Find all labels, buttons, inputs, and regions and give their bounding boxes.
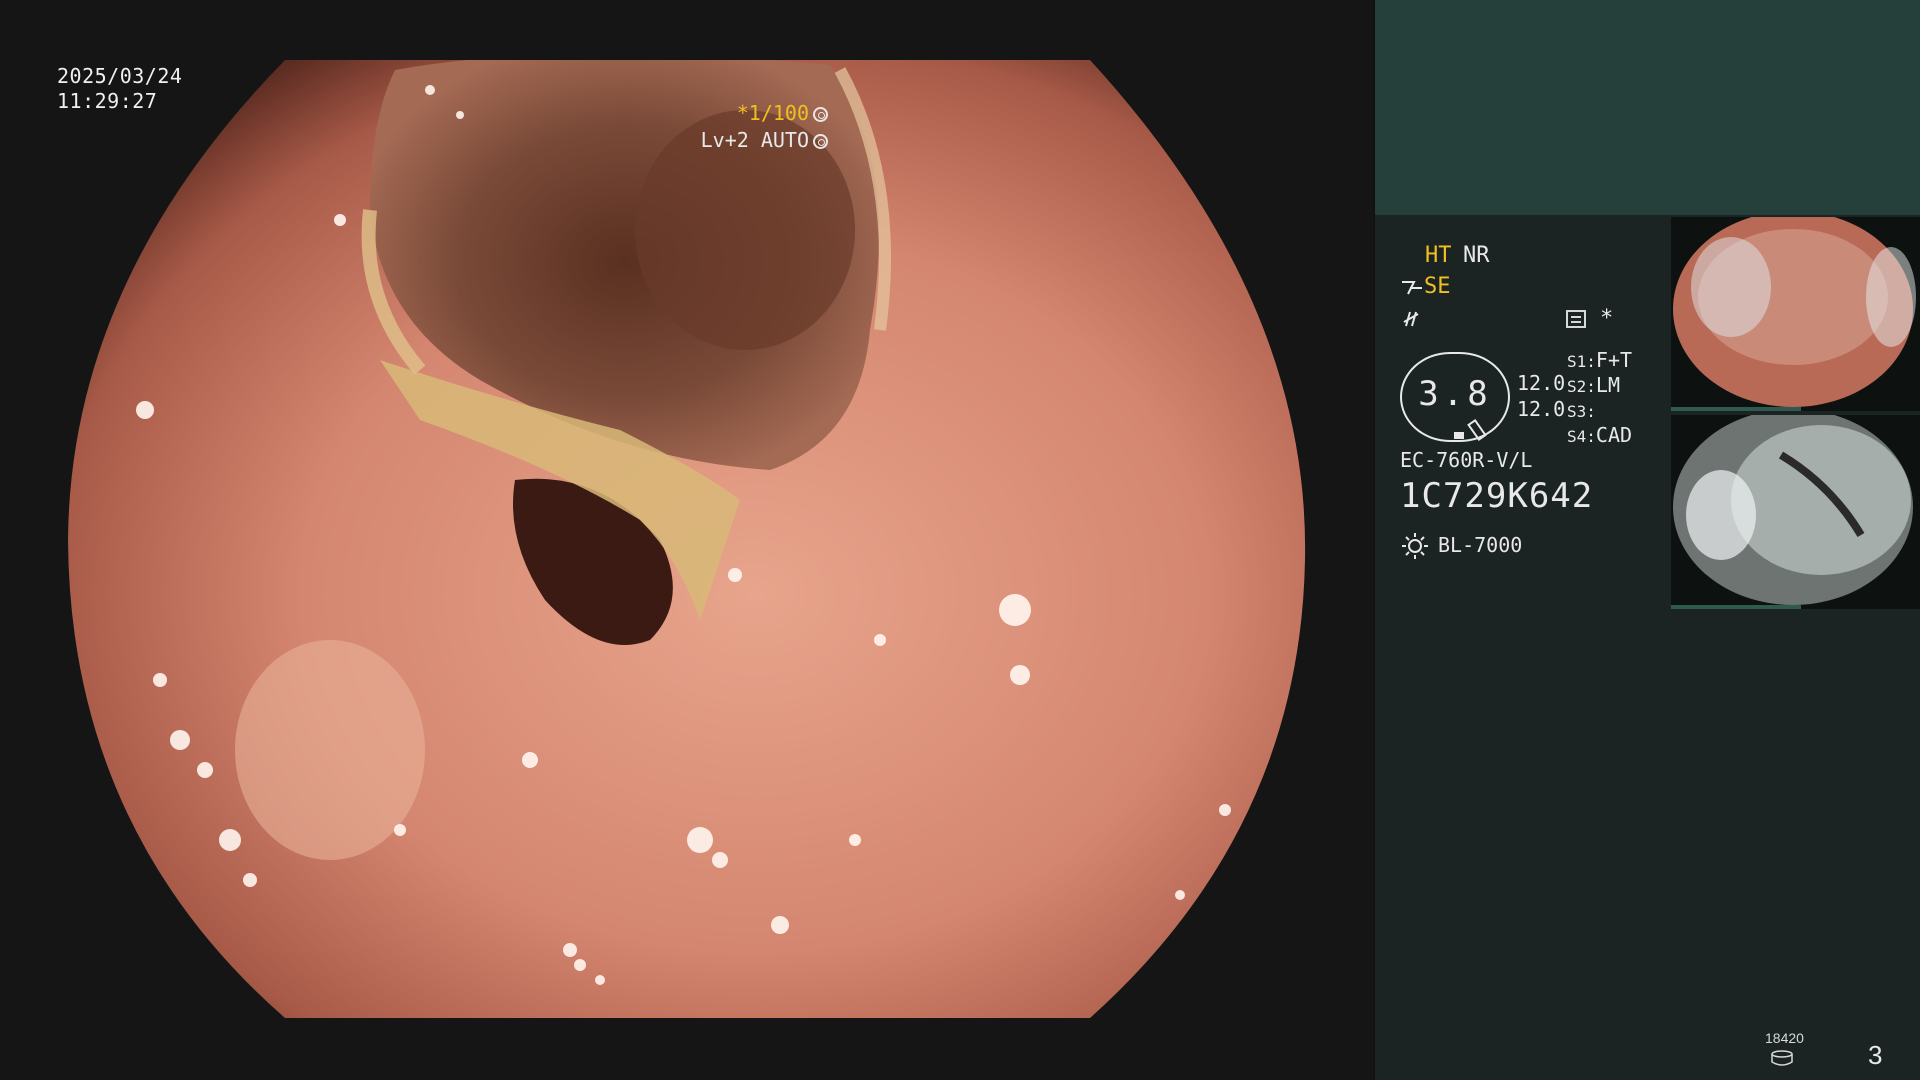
value-2: 12.0 [1517, 397, 1566, 421]
disk-icon [1771, 1050, 1793, 1066]
scope-serial: 1C729K642 [1400, 476, 1594, 516]
light-source-icon [1402, 533, 1428, 559]
thumbnail-1-bar [1671, 407, 1801, 411]
exposure-settings: *1/100 Lv+2 AUTO [701, 100, 828, 154]
function-icon [1403, 311, 1419, 327]
thumbnail-2-image [1673, 415, 1913, 605]
time-text: 11:29:27 [57, 89, 158, 113]
light-source-label: BL-7000 [1438, 533, 1523, 557]
value-1: 12.0 [1517, 371, 1566, 395]
s4-row: S4:CAD [1567, 423, 1632, 448]
scope-model: EC-760R-V/L [1400, 448, 1533, 472]
date-time-display: 2025/03/24 11:29:27 [57, 64, 182, 114]
s4-label: S4: [1567, 427, 1596, 446]
nr-indicator: NR [1463, 243, 1490, 268]
shutter-mode-icon [813, 107, 828, 122]
shutter-speed: *1/100 [736, 101, 809, 125]
page-number: 3 [1868, 1040, 1883, 1070]
ht-indicator: HT [1425, 243, 1452, 268]
endoscopic-image [68, 60, 1306, 1018]
thumbnail-1[interactable] [1671, 217, 1920, 411]
gauge-marker [1454, 432, 1464, 439]
status-panel-header [1375, 0, 1920, 215]
s1-row: S1:F+T [1567, 348, 1632, 373]
date-text: 2025/03/24 [57, 64, 183, 88]
endoscopy-main-view-panel: 2025/03/24 11:29:27 *1/100 Lv+2 AUTO [0, 0, 1373, 1080]
gauge-value: 3.8 [1418, 374, 1492, 414]
s1-value: F+T [1595, 348, 1633, 372]
s3-label: S3: [1567, 402, 1596, 421]
s2-row: S2:LM [1567, 373, 1620, 398]
thumbnail-1-image [1673, 217, 1916, 407]
s4-value: CAD [1595, 423, 1633, 447]
image-counter: 18420 [1765, 1030, 1804, 1046]
s2-label: S2: [1567, 377, 1596, 396]
mode-se-icon [1402, 281, 1422, 295]
s2-value: LM [1595, 373, 1620, 397]
se-indicator: SE [1424, 274, 1451, 299]
gauge: 3.8 [1400, 352, 1510, 442]
thumbnail-2[interactable] [1671, 415, 1920, 609]
s3-row: S3: [1567, 398, 1596, 423]
settings-star: * [1600, 306, 1614, 331]
s1-label: S1: [1567, 352, 1596, 371]
brightness-level: Lv+2 AUTO [700, 128, 809, 152]
settings-menu-icon [1566, 310, 1586, 328]
auto-iris-icon [813, 134, 828, 149]
thumbnail-2-bar [1671, 605, 1801, 609]
